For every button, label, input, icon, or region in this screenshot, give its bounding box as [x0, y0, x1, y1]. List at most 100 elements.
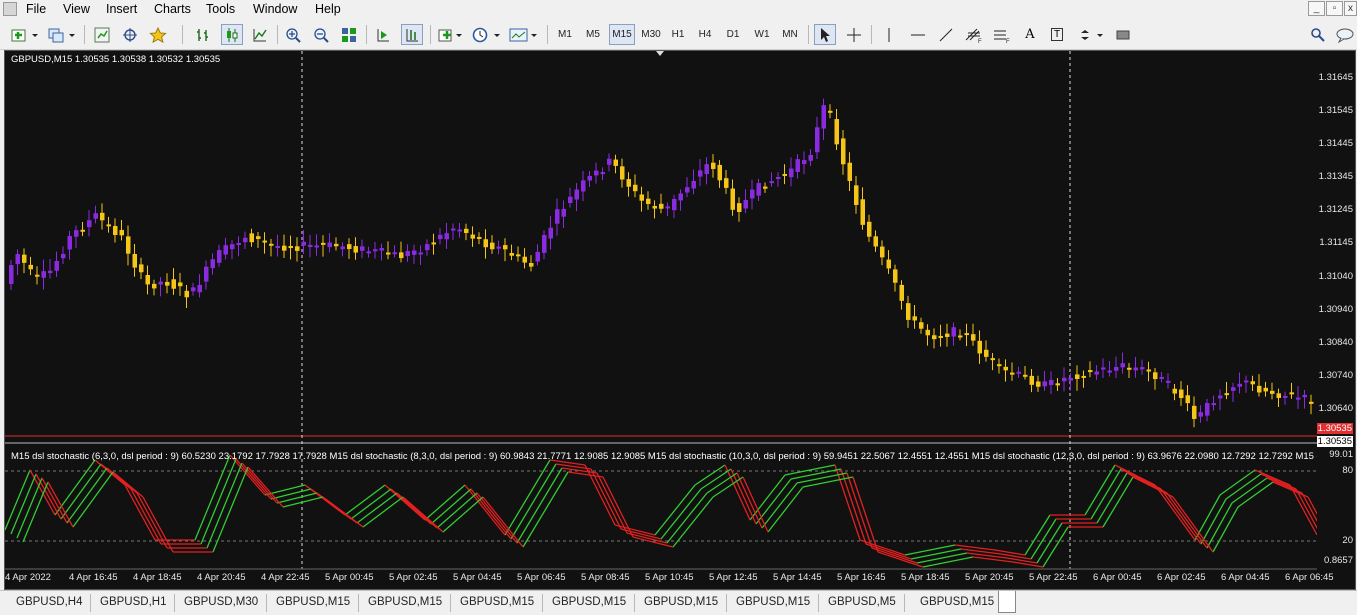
text-a-icon: A	[1025, 27, 1035, 42]
price-axis[interactable]: 1.31645 1.31545 1.31445 1.31345 1.31245 …	[1316, 51, 1355, 589]
chart-tab[interactable]: GBPUSD,H4	[8, 594, 92, 612]
indicators-button[interactable]	[437, 24, 465, 45]
favorites-button[interactable]	[147, 24, 169, 45]
candle-body	[646, 198, 651, 204]
equidistant-channel-button[interactable]: F	[991, 24, 1015, 45]
zoom-in-button[interactable]	[283, 24, 303, 45]
candlestick-chart-button[interactable]	[221, 24, 243, 45]
text-tool-button[interactable]: A	[1020, 24, 1040, 45]
time-label: 5 Apr 14:45	[773, 572, 822, 583]
timeframe-m5[interactable]: M5	[581, 24, 605, 45]
chart-canvas[interactable]	[5, 51, 1317, 589]
time-label: 5 Apr 04:45	[453, 572, 502, 583]
candle-body	[171, 279, 176, 289]
template-icon	[509, 28, 537, 41]
indicator-axis-label: 0.8657	[1323, 555, 1353, 566]
indicator-axis-label: 20	[1342, 535, 1353, 546]
shift-marker-icon[interactable]	[655, 51, 665, 59]
timeframe-d1-label: D1	[726, 29, 740, 40]
candle-body	[1211, 403, 1216, 406]
zoom-out-button[interactable]	[311, 24, 331, 45]
profiles-button[interactable]	[46, 24, 78, 45]
timeframe-m1[interactable]: M1	[554, 24, 576, 45]
cursor-tool-button[interactable]	[814, 24, 836, 45]
candle-body	[412, 250, 417, 255]
menu-insert[interactable]: Insert	[102, 2, 141, 16]
timeframe-d1[interactable]: D1	[722, 24, 744, 45]
candle-body	[808, 154, 813, 161]
timeframe-h4[interactable]: H4	[694, 24, 716, 45]
candle-body	[477, 236, 482, 239]
period-separator-button[interactable]	[1113, 24, 1133, 45]
new-chart-button[interactable]	[8, 24, 42, 45]
candle-body	[1276, 393, 1281, 398]
close-button[interactable]: x	[1344, 1, 1357, 16]
chart-tab[interactable]: GBPUSD,M15	[544, 594, 636, 612]
timeframe-mn[interactable]: MN	[778, 24, 802, 45]
price-label: 1.30640	[1318, 403, 1353, 414]
candle-body	[418, 252, 423, 255]
menu-file[interactable]: File	[22, 2, 50, 16]
market-watch-button[interactable]	[92, 24, 112, 45]
menu-tools[interactable]: Tools	[202, 2, 239, 16]
timeframe-m15[interactable]: M15	[609, 24, 635, 45]
profiles-icon	[48, 28, 75, 42]
candle-body	[750, 189, 755, 199]
price-label: 1.31040	[1318, 271, 1353, 282]
chart-window[interactable]: GBPUSD,M15 1.30535 1.30538 1.30532 1.305…	[4, 50, 1356, 590]
chart-tab[interactable]: GBPUSD,H1	[92, 594, 176, 612]
minimize-button[interactable]: _	[1308, 1, 1325, 16]
candle-body	[340, 246, 345, 250]
chart-tab[interactable]: GBPUSD,M5	[820, 594, 905, 612]
chart-tab[interactable]: GBPUSD,M30	[176, 594, 268, 612]
menu-help[interactable]: Help	[311, 2, 345, 16]
channel-icon: F	[994, 30, 1010, 43]
timeframe-h1[interactable]: H1	[667, 24, 689, 45]
chart-window-icon[interactable]	[3, 2, 17, 16]
bar-chart-button[interactable]	[193, 24, 213, 45]
chart-tab[interactable]: GBPUSD,M15	[268, 594, 360, 612]
menu-window[interactable]: Window	[249, 2, 301, 16]
chart-tab[interactable]: GBPUSD,M15	[452, 594, 544, 612]
timeframe-m30[interactable]: M30	[638, 24, 664, 45]
chart-shift-button[interactable]	[401, 24, 423, 45]
templates-button[interactable]	[508, 24, 540, 45]
candle-body	[1218, 395, 1223, 399]
search-button[interactable]	[1308, 24, 1328, 45]
candle-body	[483, 239, 488, 248]
text-label-button[interactable]: T	[1047, 24, 1067, 45]
tile-windows-button[interactable]	[339, 24, 359, 45]
candle-body	[1042, 381, 1047, 387]
restore-button[interactable]: ▫	[1326, 1, 1343, 16]
chart-tab-active[interactable]	[998, 591, 1016, 613]
candle-body	[782, 173, 787, 176]
candle-body	[496, 246, 501, 249]
candle-body	[373, 249, 378, 252]
candle-body	[821, 105, 826, 129]
auto-scroll-button[interactable]	[373, 24, 393, 45]
candle-body	[444, 233, 449, 240]
chart-tab[interactable]: GBPUSD,M15	[360, 594, 452, 612]
candle-body	[67, 236, 72, 250]
arrows-button[interactable]	[1077, 24, 1107, 45]
vertical-line-button[interactable]	[879, 24, 899, 45]
timeframe-w1[interactable]: W1	[750, 24, 774, 45]
candle-body	[327, 242, 332, 248]
candle-body	[490, 242, 495, 250]
menu-charts[interactable]: Charts	[150, 2, 195, 16]
line-chart-button[interactable]	[250, 24, 270, 45]
time-label: 5 Apr 10:45	[645, 572, 694, 583]
chart-tab[interactable]: GBPUSD,M15	[636, 594, 728, 612]
trendline-button[interactable]	[935, 24, 957, 45]
horizontal-line-button[interactable]	[907, 24, 929, 45]
candle-body	[769, 181, 774, 184]
menu-view[interactable]: View	[59, 2, 94, 16]
crosshair-tool-button[interactable]	[843, 24, 865, 45]
periods-button[interactable]	[471, 24, 503, 45]
chart-tab[interactable]: GBPUSD,M15	[912, 594, 1004, 612]
fibonacci-button[interactable]: F	[963, 24, 987, 45]
navigator-button[interactable]	[120, 24, 140, 45]
chat-button[interactable]	[1334, 24, 1356, 45]
chart-tab[interactable]: GBPUSD,M15	[728, 594, 820, 612]
timeframe-w1-label: W1	[754, 29, 770, 40]
